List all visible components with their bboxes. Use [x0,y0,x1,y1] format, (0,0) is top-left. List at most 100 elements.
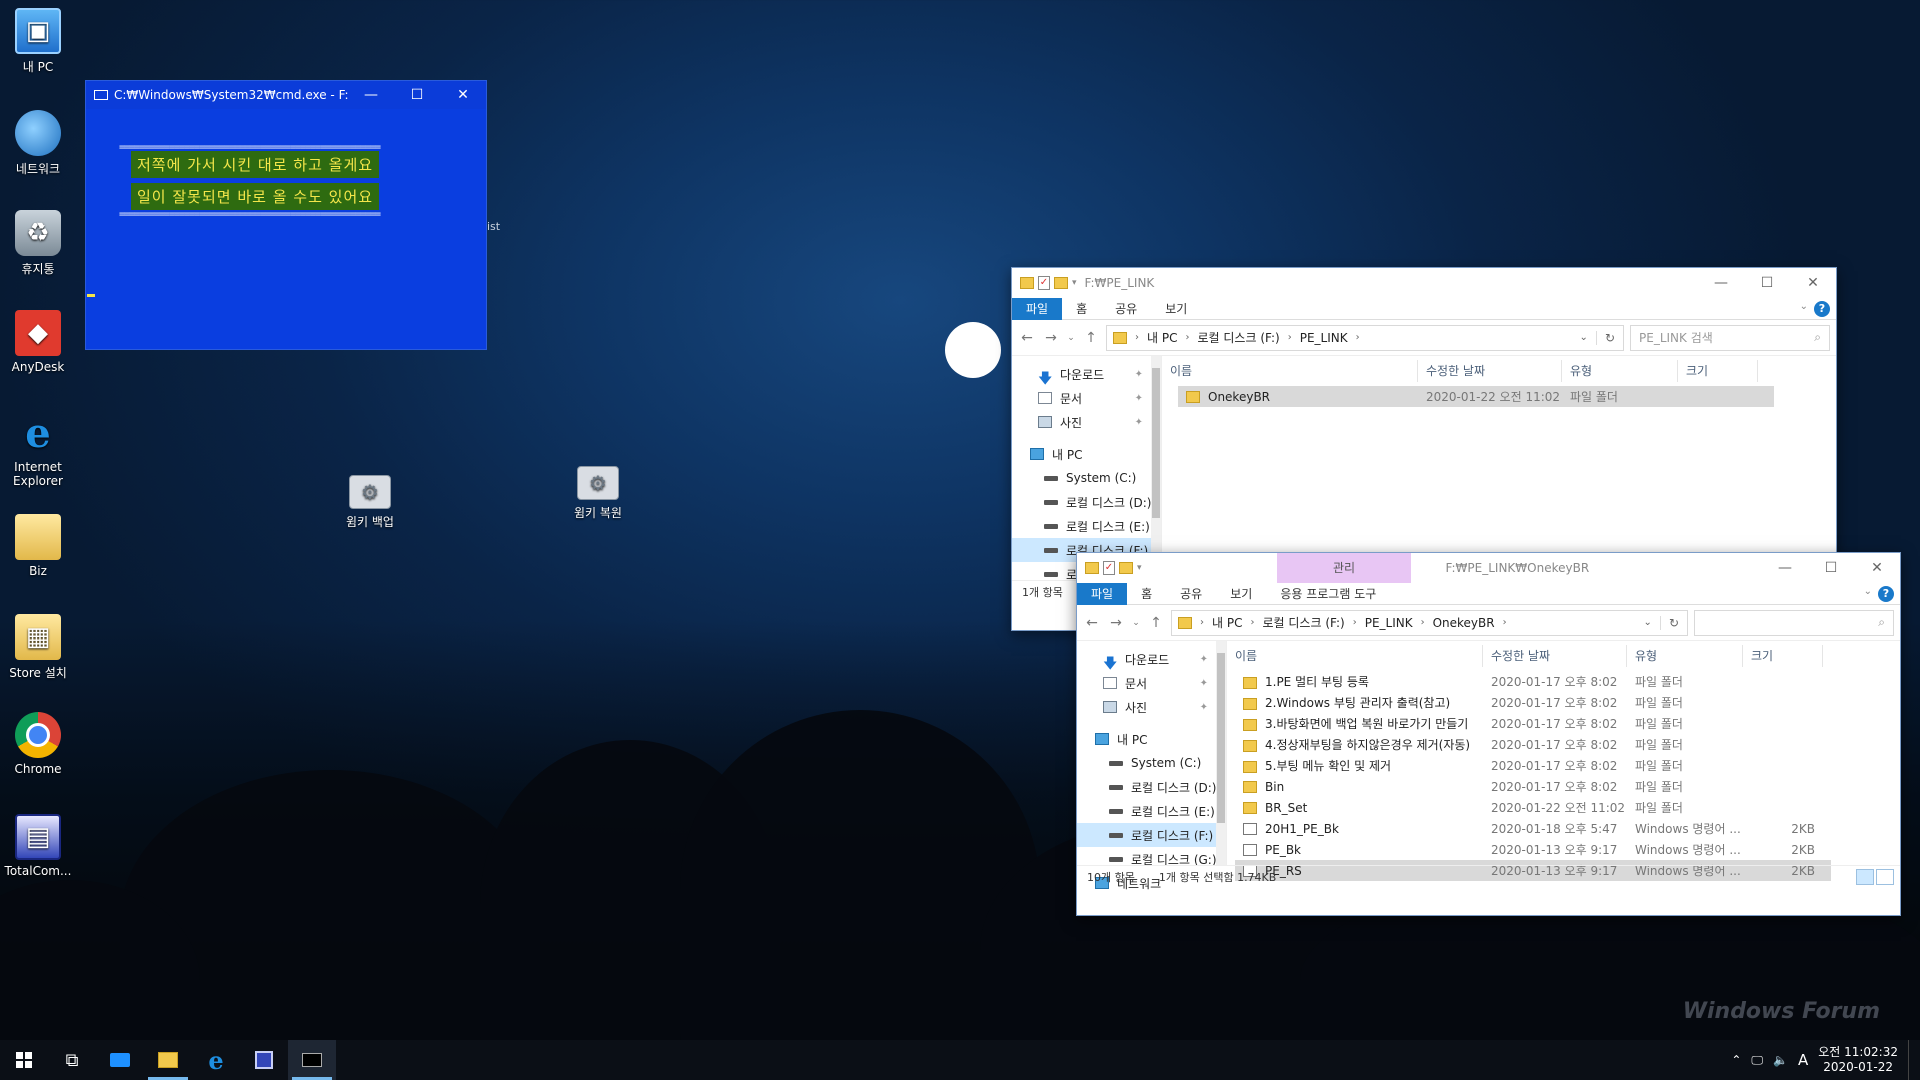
chevron-down-icon[interactable]: ⌄ [1580,332,1588,343]
nav-item-documents[interactable]: 문서 ✦ [1012,386,1161,410]
tab-share[interactable]: 공유 [1166,583,1216,605]
taskbar-file-explorer[interactable] [144,1040,192,1080]
desktop-icon-recycle-bin[interactable]: ♻ 휴지통 [0,210,76,277]
table-row[interactable]: 5.부팅 메뉴 확인 및 제거 2020-01-17 오후 8:02 파일 폴더 [1235,755,1831,776]
maximize-icon[interactable]: ☐ [1744,268,1790,298]
tab-application-tools[interactable]: 응용 프로그램 도구 [1266,583,1390,605]
column-header-size[interactable]: 크기 [1678,360,1758,382]
chevron-right-icon[interactable]: › [1200,617,1204,628]
chevron-right-icon[interactable]: › [1356,332,1360,343]
scrollbar[interactable] [1151,356,1161,580]
taskbar-cmd[interactable] [288,1040,336,1080]
chevron-down-icon[interactable]: ⌄ [1644,617,1652,628]
nav-item-drive-d[interactable]: 로컬 디스크 (D:) [1012,490,1161,514]
forward-arrow-icon[interactable]: → [1042,330,1060,346]
show-desktop-button[interactable] [1908,1040,1912,1080]
close-icon[interactable]: ✕ [1854,553,1900,583]
nav-item-pictures[interactable]: 사진 ✦ [1012,410,1161,434]
breadcrumb-item[interactable]: PE_LINK [1365,616,1413,630]
ime-indicator[interactable]: A [1798,1051,1808,1069]
chevron-right-icon[interactable]: › [1503,617,1507,628]
breadcrumb-item[interactable]: OnekeyBR [1433,616,1495,630]
navigation-pane[interactable]: 🡇 다운로드 ✦ 문서 ✦ 사진 ✦ 내 PC System (C:) 로컬 디스크 (… [1077,641,1227,891]
expand-ribbon-icon[interactable]: ⌄ [1800,301,1808,312]
chevron-right-icon[interactable]: › [1185,332,1189,343]
explorer-titlebar[interactable]: ✓ ▾ 관리 F:₩PE_LINK₩OnekeyBR — ☐ ✕ [1077,553,1900,583]
nav-item-drive-f[interactable]: 로컬 디스크 (F:) [1077,823,1226,847]
taskbar-totalcommander[interactable] [240,1040,288,1080]
nav-item-drive-d[interactable]: 로컬 디스크 (D:) [1077,775,1226,799]
chevron-up-icon[interactable]: ⌃ [1731,1053,1741,1067]
properties-icon[interactable]: ✓ [1038,276,1050,290]
recent-dropdown-icon[interactable]: ⌄ [1131,618,1141,628]
start-button[interactable] [0,1040,48,1080]
desktop-icon-wim-backup[interactable]: ⚙ 윔키 백업 [332,475,408,530]
tab-view[interactable]: 보기 [1216,583,1266,605]
task-view-button[interactable]: ⧉ [48,1040,96,1080]
breadcrumb-item[interactable]: 내 PC [1147,329,1177,346]
desktop-icon-anydesk[interactable]: ◆ AnyDesk [0,310,76,374]
column-header-name[interactable]: 이름 [1162,360,1418,382]
minimize-icon[interactable]: — [1762,553,1808,583]
explorer-window-onekeybr[interactable]: ✓ ▾ 관리 F:₩PE_LINK₩OnekeyBR — ☐ ✕ 파일 홈 공유… [1076,552,1901,916]
new-folder-icon[interactable] [1054,277,1068,289]
recent-dropdown-icon[interactable]: ⌄ [1066,333,1076,343]
help-icon[interactable]: ? [1878,586,1894,602]
table-row[interactable]: BR_Set 2020-01-22 오전 11:02 파일 폴더 [1235,797,1831,818]
column-header-date[interactable]: 수정한 날짜 [1418,360,1562,382]
back-arrow-icon[interactable]: ← [1083,615,1101,631]
desktop-icon-wim-restore[interactable]: ⚙ 윔키 복원 [560,466,636,521]
cmd-titlebar[interactable]: C:₩Windows₩System32₩cmd.exe - F:₩P... — … [86,81,486,109]
back-arrow-icon[interactable]: ← [1018,330,1036,346]
scrollbar-thumb[interactable] [1152,368,1160,518]
chevron-right-icon[interactable]: › [1250,617,1254,628]
nav-item-this-pc[interactable]: 내 PC [1077,727,1226,751]
desktop-icon-network[interactable]: 네트워크 [0,110,76,177]
navigation-pane[interactable]: 🡇 다운로드 ✦ 문서 ✦ 사진 ✦ 내 PC System (C:) 로컬 디스크 (… [1012,356,1162,582]
table-row[interactable]: 20H1_PE_Bk 2020-01-18 오후 5:47 Windows 명령어 … [1235,818,1831,839]
nav-item-downloads[interactable]: 🡇 다운로드 ✦ [1012,362,1161,387]
up-arrow-icon[interactable]: ↑ [1147,615,1165,631]
column-header-type[interactable]: 유형 [1627,645,1743,667]
chevron-down-icon[interactable]: ▾ [1137,563,1142,573]
cmd-window[interactable]: C:₩Windows₩System32₩cmd.exe - F:₩P... — … [85,80,487,350]
scrollbar-thumb[interactable] [1217,653,1225,823]
taskbar-internet-explorer[interactable]: e [192,1040,240,1080]
file-list[interactable]: 이름 수정한 날짜 유형 크기 1.PE 멀티 부팅 등록 2020-01-17 … [1227,641,1900,881]
desktop-icon-biz[interactable]: Biz [0,514,76,578]
tab-view[interactable]: 보기 [1151,298,1201,320]
nav-item-documents[interactable]: 문서 ✦ [1077,671,1226,695]
tab-file[interactable]: 파일 [1012,297,1063,320]
table-row[interactable]: PE_Bk 2020-01-13 오후 9:17 Windows 명령어 ... 2K… [1235,839,1831,860]
tab-home[interactable]: 홈 [1062,298,1101,320]
large-icons-view-icon[interactable] [1876,869,1894,885]
breadcrumb-item[interactable]: PE_LINK [1300,331,1348,345]
table-row[interactable]: Bin 2020-01-17 오후 8:02 파일 폴더 [1235,776,1831,797]
properties-icon[interactable]: ✓ [1103,561,1115,575]
tab-file[interactable]: 파일 [1077,582,1128,605]
maximize-icon[interactable]: ☐ [394,87,440,103]
up-arrow-icon[interactable]: ↑ [1082,330,1100,346]
explorer-titlebar[interactable]: ✓ ▾ F:₩PE_LINK — ☐ ✕ [1012,268,1836,298]
nav-item-drive-e[interactable]: 로컬 디스크 (E:) [1077,799,1226,823]
chevron-right-icon[interactable]: › [1288,332,1292,343]
expand-ribbon-icon[interactable]: ⌄ [1864,586,1872,597]
details-view-icon[interactable] [1856,869,1874,885]
nav-item-this-pc[interactable]: 내 PC [1012,442,1161,466]
breadcrumb-item[interactable]: 로컬 디스크 (F:) [1197,329,1279,346]
nav-item-drive-c[interactable]: System (C:) [1012,466,1161,490]
forward-arrow-icon[interactable]: → [1107,615,1125,631]
clock[interactable]: 오전 11:02:32 2020-01-22 [1818,1045,1898,1075]
taskbar-desktop-button[interactable] [96,1040,144,1080]
network-icon[interactable]: 🖵 [1751,1053,1763,1068]
column-header-date[interactable]: 수정한 날짜 [1483,645,1627,667]
new-folder-icon[interactable] [1119,562,1133,574]
scrollbar[interactable] [1216,641,1226,865]
chevron-right-icon[interactable]: › [1135,332,1139,343]
address-bar[interactable]: › 내 PC › 로컬 디스크 (F:) › PE_LINK › ⌄ ↻ [1106,324,1624,351]
desktop-icon-internet-explorer[interactable]: e Internet Explorer [0,410,76,489]
column-header-size[interactable]: 크기 [1743,645,1823,667]
speaker-icon[interactable]: 🔈 [1773,1053,1788,1067]
search-input[interactable]: ⌕ [1694,609,1894,636]
nav-item-downloads[interactable]: 🡇 다운로드 ✦ [1077,647,1226,672]
